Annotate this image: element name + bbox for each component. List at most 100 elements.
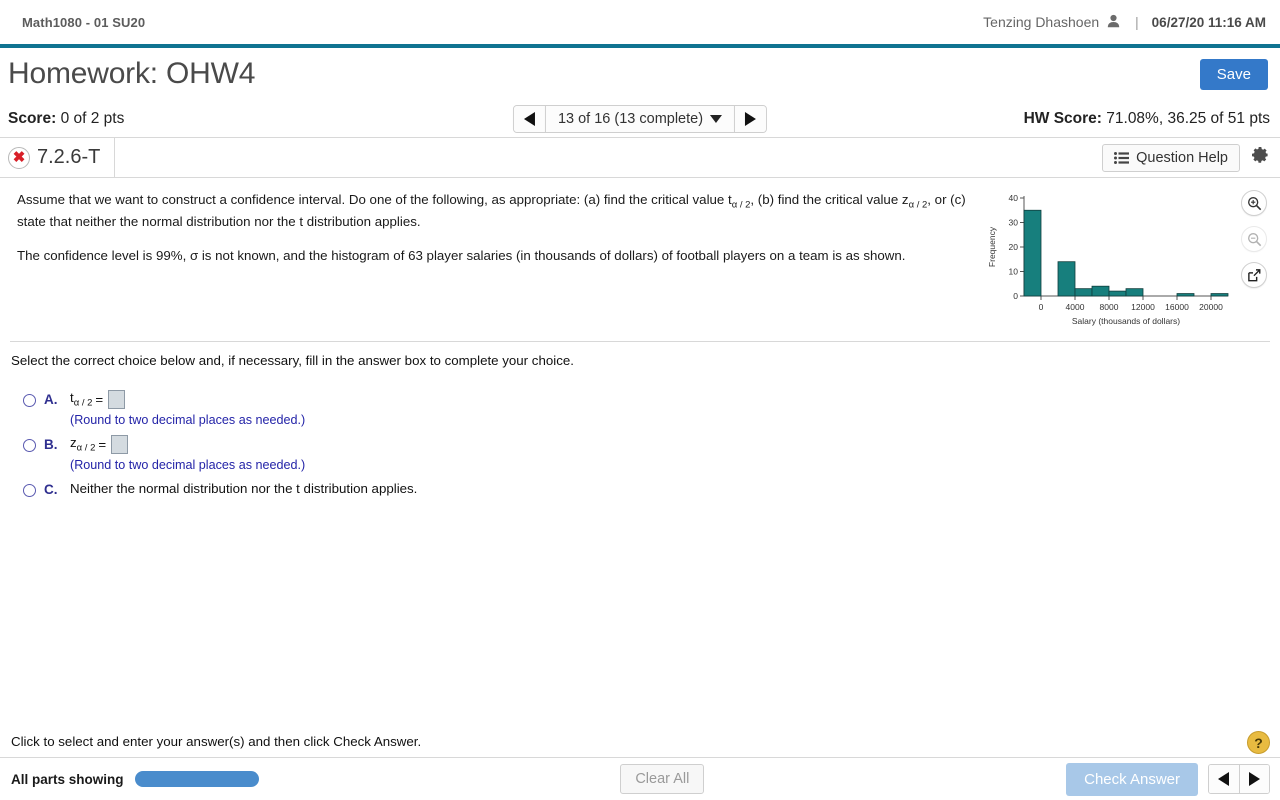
footer-hint-text: Click to select and enter your answer(s)…: [11, 733, 422, 749]
footer-prev-button[interactable]: [1208, 765, 1239, 793]
save-button[interactable]: Save: [1199, 58, 1268, 90]
choice-a-note: (Round to two decimal places as needed.): [70, 413, 306, 427]
figure-tools: [1241, 190, 1267, 288]
choice-c-text: Neither the normal distribution nor the …: [70, 481, 418, 496]
problem-sub-2: α / 2: [908, 199, 928, 211]
question-score: Score: 0 of 2 pts: [8, 110, 124, 128]
problem-statement: Assume that we want to construct a confi…: [0, 178, 1280, 341]
radio-choice-a[interactable]: [23, 394, 36, 407]
course-title: Math1080 - 01 SU20: [22, 14, 146, 30]
list-icon: [1114, 151, 1130, 164]
hw-score-value: 71.08%, 36.25 of 51 pts: [1106, 109, 1270, 127]
problem-text-1b: , (b) find the critical value z: [750, 192, 909, 207]
svg-text:30: 30: [1009, 218, 1019, 228]
triangle-left-icon: [523, 111, 535, 126]
parts-label: All parts showing: [11, 771, 124, 787]
svg-text:20000: 20000: [1199, 302, 1223, 312]
pager-prev-button[interactable]: [513, 105, 546, 132]
problem-paragraph-2: The confidence level is 99%, σ is not kn…: [17, 247, 906, 263]
footer-nav-group: [1207, 764, 1270, 794]
score-label: Score:: [8, 109, 57, 127]
top-bar: Math1080 - 01 SU20 Tenzing Dhashoen | 06…: [0, 0, 1280, 48]
choice-b-variable: zα / 2: [70, 435, 95, 454]
choice-b-note: (Round to two decimal places as needed.): [70, 458, 306, 472]
choice-a-body: tα / 2 = (Round to two decimal places as…: [70, 390, 305, 427]
zoom-in-icon[interactable]: [1241, 190, 1267, 216]
pager-next-button[interactable]: [734, 105, 767, 132]
page-title: Homework: OHW4: [8, 57, 256, 90]
user-icon[interactable]: [1107, 14, 1120, 31]
question-header: ✖ 7.2.6-T Question Help: [0, 138, 1280, 178]
choice-b-subscript: α / 2: [76, 442, 96, 454]
triangle-left-icon: [1218, 772, 1230, 786]
svg-text:0: 0: [1013, 291, 1018, 301]
check-answer-button[interactable]: Check Answer: [1066, 762, 1198, 796]
homework-header: Homework: OHW4 Save: [0, 48, 1280, 100]
svg-text:Frequency: Frequency: [987, 226, 997, 267]
homework-score: HW Score: 71.08%, 36.25 of 51 pts: [1024, 110, 1270, 128]
question-help-label: Question Help: [1136, 149, 1228, 166]
footer-hint: Click to select and enter your answer(s)…: [0, 725, 1280, 758]
svg-text:4000: 4000: [1066, 302, 1085, 312]
svg-text:12000: 12000: [1131, 302, 1155, 312]
footer-next-button[interactable]: [1238, 765, 1269, 793]
top-bar-right: Tenzing Dhashoen | 06/27/20 11:16 AM: [983, 14, 1266, 31]
choice-b-equation: zα / 2 =: [70, 435, 305, 454]
footer-right: Check Answer: [1066, 762, 1270, 796]
clear-all-button[interactable]: Clear All: [620, 764, 705, 794]
choice-a[interactable]: A. tα / 2 = (Round to two decimal places…: [11, 390, 1264, 427]
answer-prompt: Select the correct choice below and, if …: [11, 353, 574, 368]
error-x-icon: ✖: [8, 146, 30, 169]
popout-icon[interactable]: [1241, 262, 1267, 288]
problem-paragraph-1: Assume that we want to construct a confi…: [17, 190, 969, 232]
choice-b-var-letter: z: [70, 435, 77, 451]
footer-bar: All parts showing Clear All Check Answer: [0, 758, 1280, 800]
choice-b[interactable]: B. zα / 2 = (Round to two decimal places…: [11, 435, 1264, 472]
question-help-button[interactable]: Question Help: [1102, 143, 1240, 172]
svg-text:20: 20: [1009, 242, 1019, 252]
svg-text:Salary (thousands of dollars): Salary (thousands of dollars): [1072, 316, 1180, 326]
choice-b-equals: =: [98, 437, 107, 452]
chevron-down-icon: [710, 114, 723, 123]
hw-score-label: HW Score:: [1023, 109, 1102, 127]
problem-sub-1: α / 2: [731, 199, 751, 211]
pager-label-text: 13 of 16 (13 complete): [557, 110, 704, 127]
parts-indicator: All parts showing: [11, 771, 259, 787]
radio-choice-c[interactable]: [23, 484, 36, 497]
choice-a-equation: tα / 2 =: [70, 390, 305, 409]
parts-progress-bar[interactable]: [134, 771, 259, 787]
pager-dropdown[interactable]: 13 of 16 (13 complete): [546, 106, 734, 132]
svg-text:10: 10: [1009, 267, 1019, 277]
choice-c-letter: C.: [44, 482, 58, 497]
zoom-out-icon[interactable]: [1241, 226, 1267, 252]
svg-text:0: 0: [1039, 302, 1044, 312]
answer-input-a[interactable]: [108, 390, 126, 409]
user-name: Tenzing Dhashoen: [983, 14, 1100, 30]
svg-text:40: 40: [1009, 193, 1019, 203]
svg-text:16000: 16000: [1165, 302, 1189, 312]
radio-choice-b[interactable]: [23, 439, 36, 452]
triangle-right-icon: [745, 111, 757, 126]
answer-input-b[interactable]: [111, 435, 129, 454]
gear-icon[interactable]: [1250, 145, 1270, 170]
question-id-wrap: ✖ 7.2.6-T: [8, 138, 116, 177]
choice-a-variable: tα / 2: [70, 390, 92, 409]
svg-text:8000: 8000: [1100, 302, 1119, 312]
choice-a-equals: =: [95, 392, 104, 407]
choice-b-letter: B.: [44, 437, 58, 452]
histogram-figure[interactable]: 0 10 20 30 40 0 4000 8000 12000 16000 20000 Frequen…: [984, 184, 1232, 332]
choice-c[interactable]: C. Neither the normal distribution nor t…: [11, 480, 1264, 497]
choice-b-body: zα / 2 = (Round to two decimal places as…: [70, 435, 305, 472]
top-bar-separator: |: [1135, 14, 1139, 30]
question-pager: 13 of 16 (13 complete): [512, 104, 768, 133]
score-value: 0 of 2 pts: [60, 109, 125, 127]
problem-text-1a: Assume that we want to construct a confi…: [17, 192, 732, 207]
choice-a-subscript: α / 2: [73, 397, 93, 409]
answer-area: Select the correct choice below and, if …: [0, 342, 1280, 497]
triangle-right-icon: [1248, 772, 1260, 786]
question-header-right: Question Help: [1102, 143, 1270, 172]
question-mark-icon[interactable]: ?: [1247, 731, 1270, 754]
choice-a-letter: A.: [44, 392, 58, 407]
datetime: 06/27/20 11:16 AM: [1151, 14, 1266, 30]
score-bar: Score: 0 of 2 pts 13 of 16 (13 complete)…: [0, 100, 1280, 138]
